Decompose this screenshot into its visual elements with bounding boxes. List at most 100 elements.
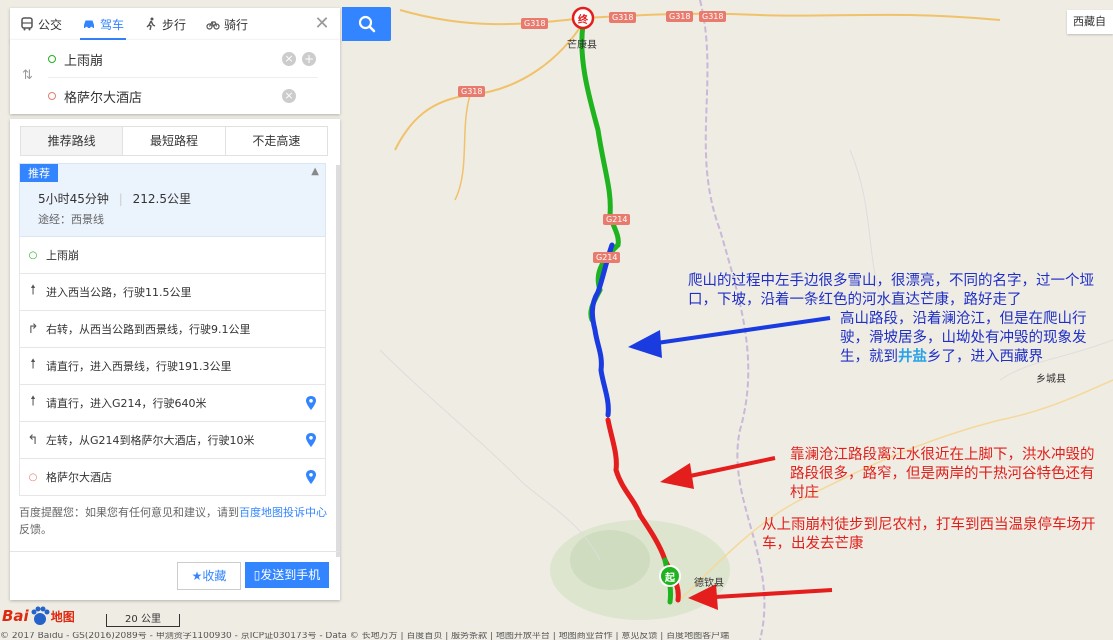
tab-shortest[interactable]: 最短路程 [123,127,226,155]
clear-end-icon[interactable]: × [282,89,296,103]
car-icon [84,20,95,30]
recommended-badge: 推荐 [20,164,58,182]
close-button[interactable]: ✕ [312,14,332,34]
route-duration: 5小时45分钟 [38,192,109,206]
step-5[interactable]: ↰ 左转，从G214到格萨尔大酒店，行驶10米 [19,422,326,459]
end-dot-icon: ○ [28,471,38,483]
walk-icon [146,17,156,31]
start-dot-icon: ○ [28,249,38,261]
step-start[interactable]: ○ 上雨崩 [19,237,326,274]
baidu-map-logo[interactable]: Bai 地图 [2,605,75,627]
step-text: 上雨崩 [46,249,79,262]
travel-mode-bar: 公交 驾车 步行 骑行 ✕ [10,8,340,41]
logo-text: Bai [2,607,29,625]
route-actions: ★收藏 ▯发送到手机 [10,551,340,600]
collapse-icon[interactable]: ▲ [311,166,319,177]
route-via: 途经：西景线 [38,213,104,226]
map-label-deqin: 德钦县 [694,578,724,589]
star-icon: ★ [191,569,203,583]
map-pin-icon[interactable] [305,470,317,484]
map-label-mangkang: 芒康县 [567,40,597,51]
bus-icon [21,17,33,31]
route-summary-line: 5小时45分钟 | 212.5公里 [38,192,191,206]
start-marker-label: 起 [665,573,675,584]
feedback-tip: 百度提醒您：如果您有任何意见和建议，请到百度地图投诉中心 反馈。 [19,504,329,538]
copyright-bar: © 2017 Baidu - GS(2016)2089号 - 甲测资字11009… [0,632,730,640]
swap-icon[interactable]: ⇅ [22,68,33,83]
annotation-red-1: 靠澜沧江路段离江水很近在上脚下，洪水冲毁的路段很多，路窄，但是两岸的干热河谷特色… [790,447,1095,501]
mode-walk-label: 步行 [162,17,187,32]
arrow-up-icon: 🠕 [30,283,36,298]
step-text: 右转，从西当公路到西景线，行驶9.1公里 [46,323,251,336]
start-field[interactable]: 上雨崩 × + [48,41,318,78]
mode-car-label: 驾车 [100,17,125,32]
favorite-label: 收藏 [202,569,227,583]
step-text: 请直行，进入G214，行驶640米 [46,397,207,410]
start-dot-icon [48,55,56,63]
annotation-red-2: 从上雨崩村徒步到尼农村，打车到西当温泉停车场开车，出发去芒康 [762,517,1096,552]
road-shield: G318 [666,11,694,22]
route-summary[interactable]: 推荐 ▲ 5小时45分钟 | 212.5公里 途经：西景线 [19,163,326,237]
turn-left-icon: ↰ [27,432,39,448]
annotation-blue-1: 爬山的过程中左手边很多雪山，很漂亮，不同的名字，过一个垭口，下坡，沿着一条红色的… [688,273,1094,308]
annotation-blue-2-c: 乡了，进入西藏界 [927,349,1043,365]
road-shield: G318 [699,11,727,22]
start-input[interactable]: 上雨崩 [64,50,103,69]
tip-text: 百度提醒您：如果您有任何意见和建议，请到 [19,506,239,519]
scrollbar[interactable] [336,165,340,557]
turn-right-icon: ↱ [27,321,39,337]
arrow-up-icon: 🠕 [30,394,36,409]
mode-bus-label: 公交 [38,17,63,32]
paw-icon [31,606,50,625]
annotation-blue-2-highlight: 井盐 [898,349,927,365]
road-shield: G318 [521,18,549,29]
road-shield: G318 [609,12,637,23]
tab-recommended[interactable]: 推荐路线 [21,127,124,155]
route-panel: 推荐路线 最短路程 不走高速 推荐 ▲ 5小时45分钟 | 212.5公里 途经… [10,119,340,600]
mode-car[interactable]: 驾车 [72,8,134,40]
feedback-center-link[interactable]: 百度地图投诉中心 [239,506,327,519]
end-input[interactable]: 格萨尔大酒店 [64,87,142,106]
mode-bus[interactable]: 公交 [10,8,72,40]
annotation-blue-2: 高山路段，沿着澜沧江，但是在爬山行驶，滑坡居多，山坳处有冲毁的现象发生，就到井盐… [840,310,1112,367]
map-pin-icon[interactable] [305,433,317,447]
step-text: 格萨尔大酒店 [46,471,112,484]
tab-no-highway[interactable]: 不走高速 [225,127,327,155]
send-to-phone-button[interactable]: ▯发送到手机 [245,562,329,588]
scale-bar: 20 公里 [106,614,180,627]
road-shield: G318 [458,86,486,97]
road-shield: G214 [603,214,631,225]
send-label: 发送到手机 [260,568,321,582]
step-4[interactable]: 🠕 请直行，进入G214，行驶640米 [19,385,326,422]
step-text: 左转，从G214到格萨尔大酒店，行驶10米 [46,434,255,447]
add-waypoint-icon[interactable]: + [302,52,316,66]
map-pin-icon[interactable] [305,396,317,410]
step-1[interactable]: 🠕 进入西当公路，行驶11.5公里 [19,274,326,311]
region-button[interactable]: 西藏自 [1067,10,1113,34]
step-2[interactable]: ↱ 右转，从西当公路到西景线，行驶9.1公里 [19,311,326,348]
map-label-xiangcheng: 乡城县 [1036,374,1066,385]
clear-start-icon[interactable]: × [282,52,296,66]
search-icon [358,15,375,33]
step-3[interactable]: 🠕 请直行，进入西景线，行驶191.3公里 [19,348,326,385]
tip-text-end: 反馈。 [19,523,52,536]
step-text: 请直行，进入西景线，行驶191.3公里 [46,360,232,373]
mode-walk[interactable]: 步行 [134,8,196,40]
step-text: 进入西当公路，行驶11.5公里 [46,286,192,299]
route-tabs: 推荐路线 最短路程 不走高速 [20,126,328,156]
route-distance: 212.5公里 [132,192,191,206]
end-marker-label: 终 [578,15,588,26]
bike-icon [206,21,220,30]
route-endpoints-panel: ⇅ 上雨崩 × + 格萨尔大酒店 × [10,40,340,114]
mode-bike-label: 骑行 [224,17,249,32]
road-shield: G214 [593,252,621,263]
end-field[interactable]: 格萨尔大酒店 × [48,78,318,114]
mode-bike[interactable]: 骑行 [196,8,258,40]
logo-suffix: 地图 [50,609,75,624]
arrow-up-icon: 🠕 [30,357,36,372]
search-button[interactable] [342,7,391,41]
favorite-button[interactable]: ★收藏 [177,562,241,590]
end-dot-icon [48,92,56,100]
route-list: 推荐 ▲ 5小时45分钟 | 212.5公里 途经：西景线 ○ 上雨崩 🠕 进入… [19,163,326,496]
step-end[interactable]: ○ 格萨尔大酒店 [19,459,326,496]
